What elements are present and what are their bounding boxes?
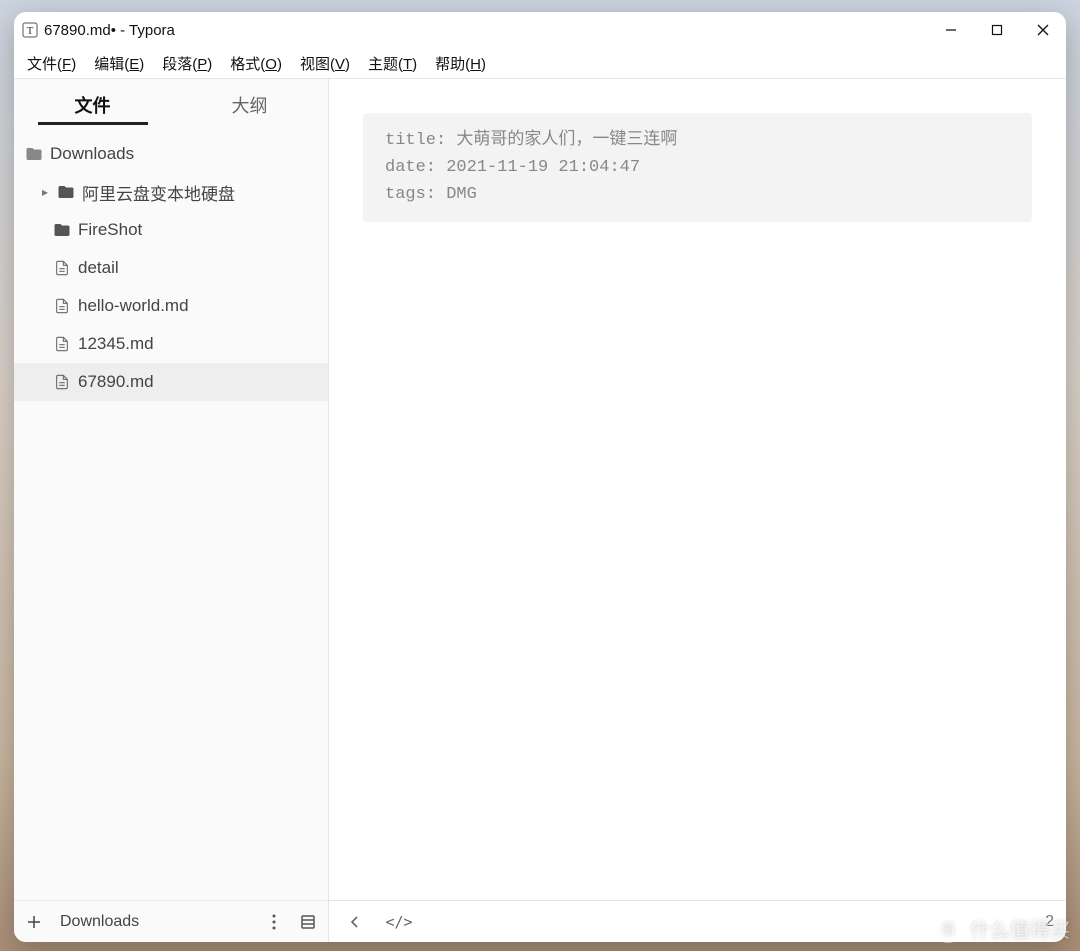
tree-file[interactable]: hello-world.md (14, 287, 328, 325)
tree-root-folder[interactable]: Downloads (14, 135, 328, 173)
tree-item-label: 阿里云盘变本地硬盘 (82, 180, 235, 205)
sidebar-footer: Downloads (14, 900, 328, 942)
tree-item-label: 12345.md (78, 334, 154, 354)
workspace: 文件 大纲 Downloads ▸ 阿里云盘变本地硬盘 (14, 78, 1066, 942)
file-icon (52, 336, 72, 352)
menu-paragraph[interactable]: 段落(P) (153, 51, 221, 76)
fm-title-key: title: (385, 131, 446, 150)
menu-help[interactable]: 帮助(H) (426, 51, 495, 76)
menu-view[interactable]: 视图(V) (291, 51, 359, 76)
fm-date-val: 2021-11-19 21:04:47 (446, 158, 640, 177)
app-icon: T (22, 22, 38, 38)
word-count[interactable]: 2 (1045, 913, 1054, 931)
list-view-button[interactable] (294, 908, 322, 936)
tab-outline[interactable]: 大纲 (171, 79, 328, 131)
file-icon (52, 260, 72, 276)
file-icon (52, 374, 72, 390)
tree-item-label: hello-world.md (78, 296, 189, 316)
menu-theme[interactable]: 主题(T) (359, 51, 426, 76)
tree-item-label: detail (78, 258, 119, 278)
window-title: 67890.md• - Typora (44, 22, 175, 39)
source-mode-button[interactable]: </> (385, 908, 413, 936)
tree-item-label: 67890.md (78, 372, 154, 392)
folder-icon (52, 221, 72, 239)
editor-pane: title: 大萌哥的家人们，一键三连啊 date: 2021-11-19 21… (329, 79, 1066, 942)
tree-folder[interactable]: FireShot (14, 211, 328, 249)
frontmatter-block[interactable]: title: 大萌哥的家人们，一键三连啊 date: 2021-11-19 21… (363, 113, 1032, 222)
editor-canvas[interactable]: title: 大萌哥的家人们，一键三连啊 date: 2021-11-19 21… (329, 79, 1066, 900)
menu-format[interactable]: 格式(O) (221, 51, 291, 76)
svg-text:T: T (27, 25, 34, 37)
caret-right-icon: ▸ (42, 185, 54, 199)
new-file-button[interactable] (20, 908, 48, 936)
file-icon (52, 298, 72, 314)
menubar: 文件(F) 编辑(E) 段落(P) 格式(O) 视图(V) 主题(T) 帮助(H… (14, 48, 1066, 78)
more-button[interactable] (260, 908, 288, 936)
sidebar-footer-label: Downloads (54, 913, 139, 931)
tree-folder[interactable]: ▸ 阿里云盘变本地硬盘 (14, 173, 328, 211)
close-button[interactable] (1020, 12, 1066, 48)
folder-icon (56, 183, 76, 201)
tree-file[interactable]: detail (14, 249, 328, 287)
menu-file[interactable]: 文件(F) (18, 51, 85, 76)
back-button[interactable] (341, 908, 369, 936)
app-window: T 67890.md• - Typora 文件(F) 编辑(E) 段落(P) 格… (14, 12, 1066, 942)
maximize-button[interactable] (974, 12, 1020, 48)
sidebar-tabs: 文件 大纲 (14, 79, 328, 131)
editor-footer: </> 2 (329, 900, 1066, 942)
fm-date-key: date: (385, 158, 436, 177)
sidebar: 文件 大纲 Downloads ▸ 阿里云盘变本地硬盘 (14, 79, 329, 942)
fm-tags-key: tags: (385, 185, 436, 204)
fm-title-val: 大萌哥的家人们，一键三连啊 (456, 131, 677, 150)
tree-root-label: Downloads (50, 144, 134, 164)
minimize-button[interactable] (928, 12, 974, 48)
tree-file[interactable]: 12345.md (14, 325, 328, 363)
tree-item-label: FireShot (78, 220, 142, 240)
titlebar: T 67890.md• - Typora (14, 12, 1066, 48)
file-tree: Downloads ▸ 阿里云盘变本地硬盘 FireShot (14, 131, 328, 900)
fm-tags-val: DMG (446, 185, 477, 204)
tree-file-selected[interactable]: 67890.md (14, 363, 328, 401)
tab-files[interactable]: 文件 (14, 79, 171, 131)
folder-icon (24, 145, 44, 163)
menu-edit[interactable]: 编辑(E) (85, 51, 153, 76)
